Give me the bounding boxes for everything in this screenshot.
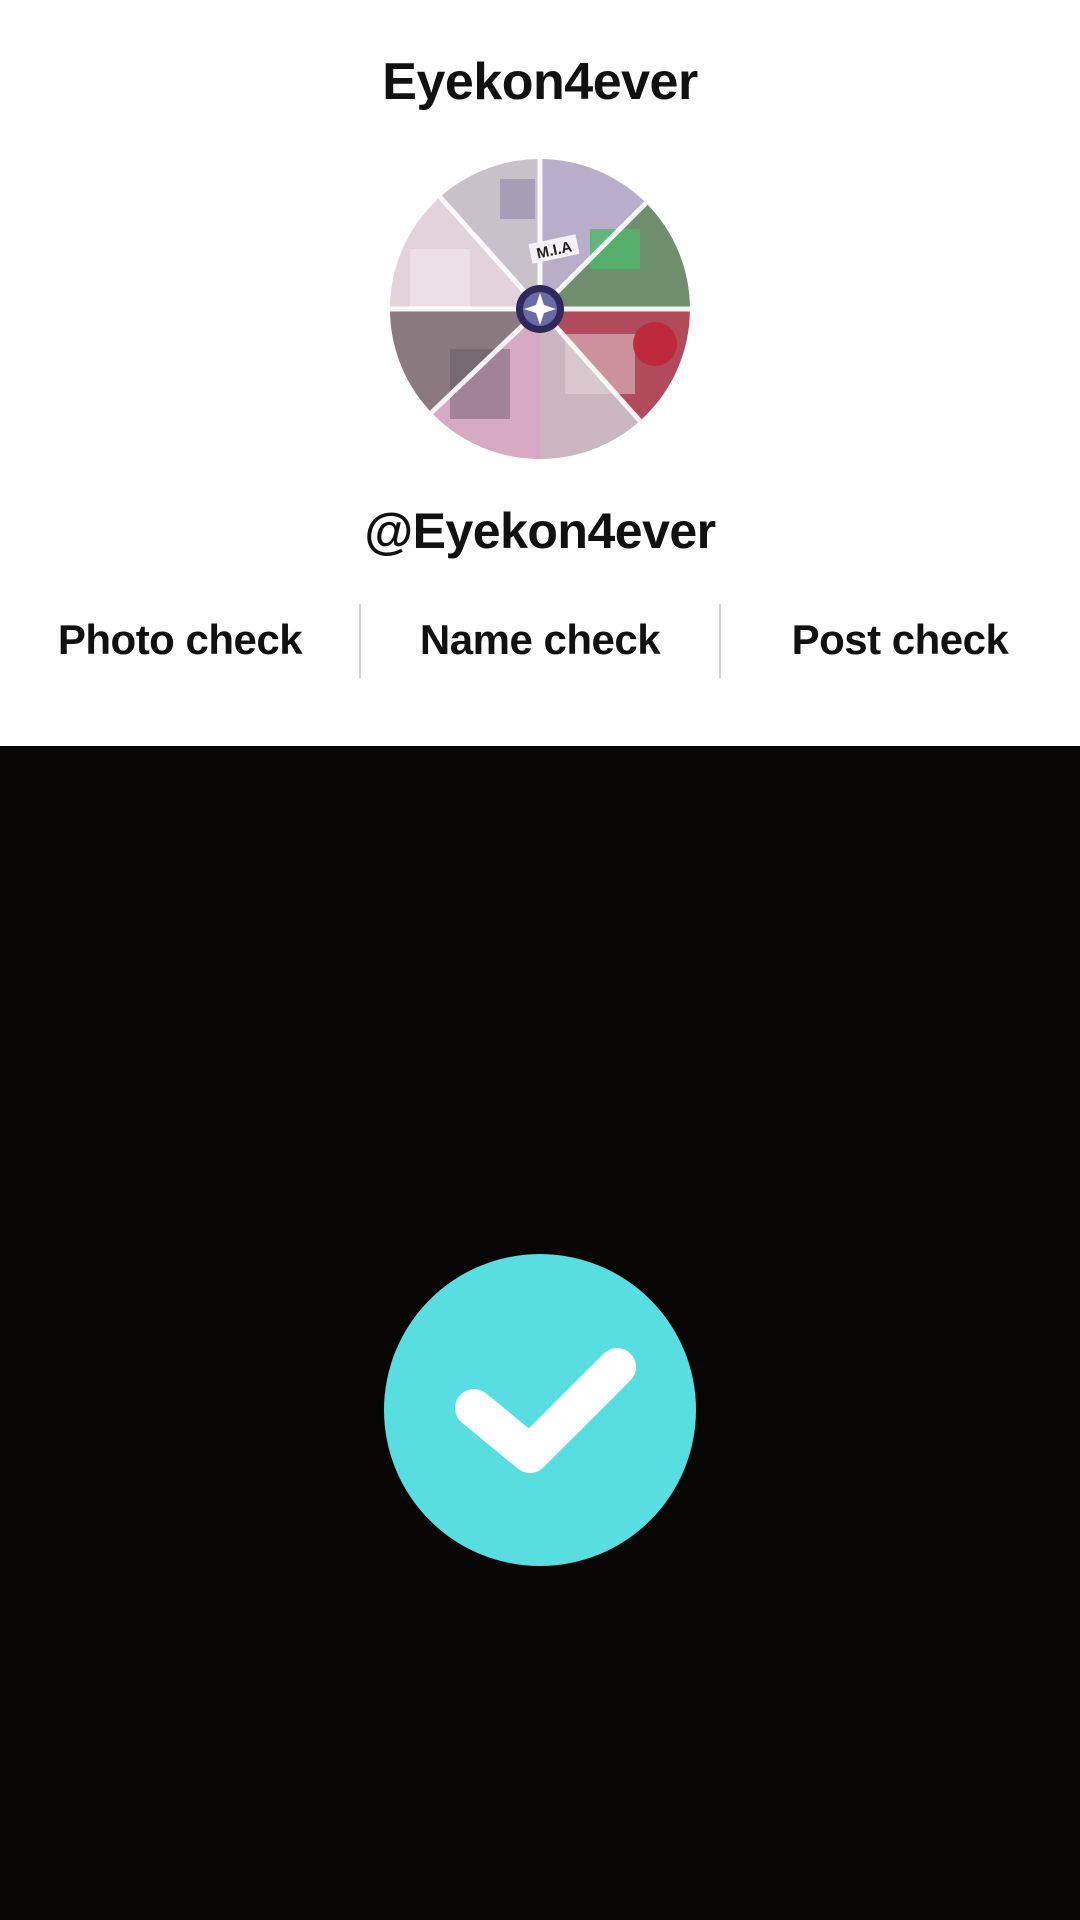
avatar-collage-image: M.I.A [390, 159, 690, 459]
divider [359, 604, 361, 678]
divider [719, 604, 721, 678]
profile-handle: @Eyekon4ever [364, 503, 716, 559]
check-tabs: Photo check Name check Post check [0, 600, 1080, 680]
photo-check-button[interactable]: Photo check [0, 600, 360, 680]
checkmark-icon [455, 1348, 636, 1473]
profile-header-panel: Eyekon4ever M.I.A @Eyekon4ever Photo che… [0, 0, 1080, 746]
page-title: Eyekon4ever [382, 53, 698, 111]
avatar[interactable]: M.I.A [390, 159, 690, 459]
post-check-button[interactable]: Post check [720, 600, 1080, 680]
verified-badge[interactable] [384, 1254, 696, 1566]
name-check-button[interactable]: Name check [360, 600, 720, 680]
